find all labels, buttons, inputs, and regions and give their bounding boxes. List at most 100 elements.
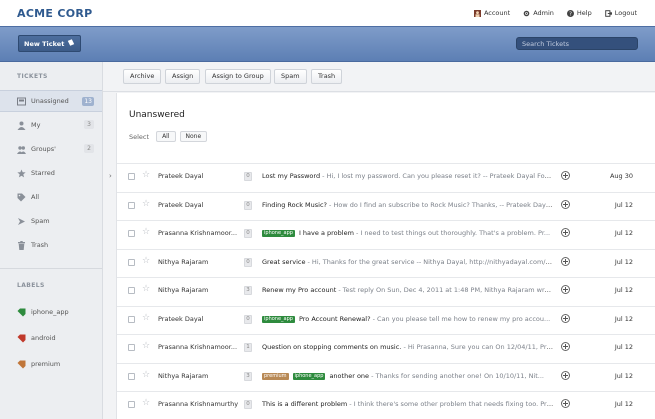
admin-link[interactable]: Admin xyxy=(523,9,554,17)
ticket-subject: Pro Account Renewal? xyxy=(298,314,371,323)
spam-button[interactable]: Spam xyxy=(274,69,307,84)
new-ticket-label: New Ticket xyxy=(24,39,65,48)
requester-name[interactable]: Prasanna Krishnamurthy xyxy=(158,400,240,408)
add-icon[interactable] xyxy=(561,199,570,209)
requester-name[interactable]: Nithya Rajaram xyxy=(158,286,240,294)
assign-to-group-button[interactable]: Assign to Group xyxy=(205,69,271,84)
add-icon[interactable] xyxy=(561,399,570,408)
ticket-date: Jul 12 xyxy=(614,371,633,380)
inbox-icon xyxy=(17,97,26,106)
add-icon[interactable] xyxy=(561,256,570,266)
help-icon: ? xyxy=(566,9,574,17)
ticket-summary[interactable]: premium iphone_app another one - Thanks fo… xyxy=(262,372,554,380)
requester-name[interactable]: Prasanna Krishnamoor... xyxy=(158,229,240,237)
star-icon[interactable]: ☆ xyxy=(142,370,150,380)
add-icon[interactable] xyxy=(561,342,570,351)
ticket-date: Jul 12 xyxy=(614,286,633,294)
sidebar-item-label: My xyxy=(31,121,41,129)
ticket-summary[interactable]: Question on stopping comments on music. … xyxy=(262,343,554,351)
sidebar-item-all[interactable]: All xyxy=(0,186,102,208)
ticket-summary[interactable]: This is a different problem - I think th… xyxy=(262,400,554,408)
ticket-summary[interactable]: iphone_app Pro Account Renewal? - Can you… xyxy=(262,315,554,323)
star-icon[interactable]: ☆ xyxy=(142,398,150,408)
table-row[interactable]: ☆ Prateek Dayal 0 Finding Rock Music? - How… xyxy=(117,191,655,220)
row-checkbox[interactable] xyxy=(128,344,135,351)
star-icon[interactable]: ☆ xyxy=(142,341,150,351)
row-checkbox[interactable] xyxy=(128,315,135,323)
header-bar: New Ticket xyxy=(0,26,655,62)
row-checkbox[interactable] xyxy=(128,401,135,408)
row-checkbox[interactable] xyxy=(128,258,135,266)
search-input[interactable] xyxy=(516,37,638,50)
sidebar-item-unassigned[interactable]: Unassigned 13 xyxy=(0,90,102,112)
label-item-iphone-app[interactable]: iphone_app xyxy=(0,301,102,323)
row-checkbox[interactable] xyxy=(128,173,135,180)
label-item-android[interactable]: android xyxy=(0,327,102,349)
trash-icon xyxy=(17,240,26,250)
sidebar-item-label: Groups' xyxy=(31,145,56,153)
assign-button[interactable]: Assign xyxy=(165,69,201,84)
new-ticket-button[interactable]: New Ticket xyxy=(18,35,82,52)
archive-button[interactable]: Archive xyxy=(123,69,162,84)
add-icon[interactable] xyxy=(561,370,570,380)
ticket-summary[interactable]: iphone_app I have a problem - I need to t… xyxy=(262,229,554,237)
requester-name[interactable]: Prateek Dayal xyxy=(158,172,240,180)
add-icon[interactable] xyxy=(561,313,570,323)
sidebar-item-groups[interactable]: Groups' 2 xyxy=(0,138,102,160)
ticket-summary[interactable]: Renew my Pro account - Test reply On Sun… xyxy=(262,286,554,294)
account-icon xyxy=(473,9,481,17)
sidebar-item-trash[interactable]: Trash xyxy=(0,234,102,256)
ticket-subject: Lost my Password xyxy=(262,172,321,180)
requester-name[interactable]: Nithya Rajaram xyxy=(158,372,240,380)
table-row[interactable]: ☆ Prasanna Krishnamoor... 1 Question on sto… xyxy=(117,334,655,362)
ticket-preview: - I think there's some other problem tha… xyxy=(347,400,554,408)
label-item-premium[interactable]: premium xyxy=(0,353,102,375)
top-links: Account Admin ? Help Logout xyxy=(473,9,637,17)
star-icon[interactable]: ☆ xyxy=(142,227,150,237)
star-icon[interactable]: ☆ xyxy=(142,313,150,323)
add-icon[interactable] xyxy=(561,228,570,237)
table-row[interactable]: ☆ Prasanna Krishnamoor... 0 iphone_app I hav… xyxy=(117,220,655,248)
sidebar-item-my[interactable]: My 3 xyxy=(0,114,102,136)
help-link[interactable]: ? Help xyxy=(566,9,592,17)
requester-name[interactable]: Nithya Rajaram xyxy=(158,258,240,266)
sidebar-item-starred[interactable]: Starred xyxy=(0,162,102,184)
star-icon[interactable]: ☆ xyxy=(142,170,150,180)
brand-logo[interactable]: ACME CORP xyxy=(17,7,93,20)
table-row[interactable]: ☆ Prasanna Krishnamurthy 0 This is a differ… xyxy=(117,391,655,419)
ticket-summary[interactable]: Finding Rock Music? - How do I find an s… xyxy=(262,201,554,209)
table-row[interactable]: ☆ Nithya Rajaram 0 Great service - Hi, Than… xyxy=(117,248,655,277)
row-checkbox[interactable] xyxy=(128,287,135,294)
reply-count-badge: 3 xyxy=(244,286,252,295)
requester-name[interactable]: Prateek Dayal xyxy=(158,201,240,209)
ticket-summary[interactable]: Lost my Password - Hi, I lost my passwor… xyxy=(262,172,554,180)
logout-link[interactable]: Logout xyxy=(604,9,637,17)
sidebar-divider xyxy=(0,268,102,269)
star-icon[interactable]: ☆ xyxy=(142,256,150,266)
star-icon[interactable]: ☆ xyxy=(142,284,150,294)
sidebar-item-spam[interactable]: Spam xyxy=(0,210,102,232)
account-link[interactable]: Account xyxy=(473,9,510,17)
ticket-preview: - Thanks for sending another one! On 10/… xyxy=(369,371,544,380)
table-row[interactable]: ☆ Prateek Dayal 0 Lost my Password - Hi, I … xyxy=(117,163,655,191)
ticket-summary[interactable]: Great service - Hi, Thanks for the great… xyxy=(262,258,554,266)
table-row[interactable]: ☆ Nithya Rajaram 3 premium iphone_app another… xyxy=(117,362,655,391)
ticket-preview: - Hi Prasanna, Sure you can On 12/04/11,… xyxy=(401,343,554,351)
ticket-preview: - How do I find an subscribe to Rock Mus… xyxy=(326,200,554,209)
requester-name[interactable]: Prateek Dayal xyxy=(158,315,240,323)
row-checkbox[interactable] xyxy=(128,201,135,209)
ticket-subject: Renew my Pro account xyxy=(262,286,337,294)
table-row[interactable]: ☆ Prateek Dayal 0 iphone_app Pro Account Ren… xyxy=(117,305,655,334)
requester-name[interactable]: Prasanna Krishnamoor... xyxy=(158,343,240,351)
select-none-button[interactable]: None xyxy=(179,131,208,142)
select-all-button[interactable]: All xyxy=(156,131,176,142)
add-icon[interactable] xyxy=(561,171,570,180)
ticket-date: Jul 12 xyxy=(614,314,633,323)
star-icon[interactable]: ☆ xyxy=(142,199,150,209)
label-tag: premium xyxy=(262,372,289,380)
row-checkbox[interactable] xyxy=(128,372,135,380)
row-checkbox[interactable] xyxy=(128,230,135,237)
trash-button[interactable]: Trash xyxy=(311,69,343,84)
add-icon[interactable] xyxy=(561,285,570,294)
table-row[interactable]: ☆ Nithya Rajaram 3 Renew my Pro account - T… xyxy=(117,277,655,305)
